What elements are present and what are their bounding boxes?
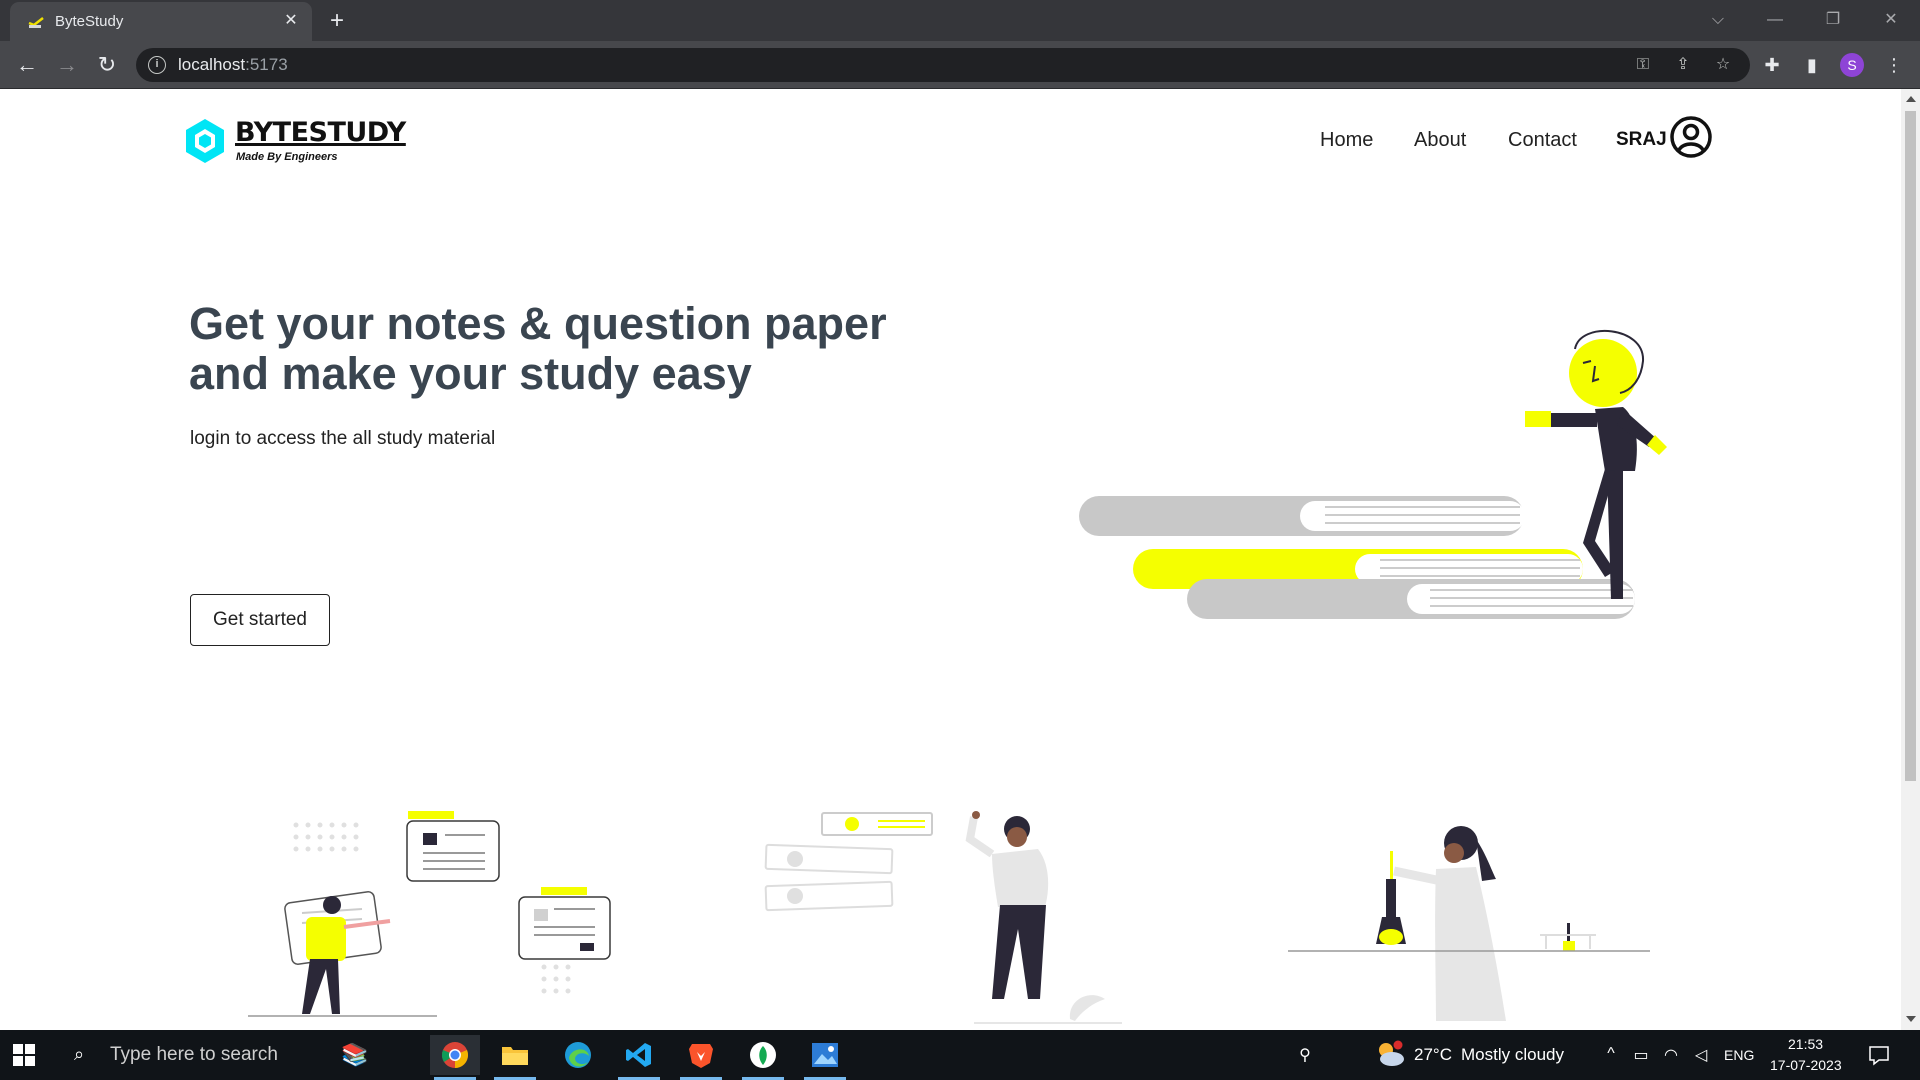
hero-title: Get your notes & question paper and make… [189,298,887,399]
nav-home-link[interactable]: Home [1320,129,1373,152]
clock-time[interactable]: 21:53 [1788,1036,1823,1052]
url-text[interactable]: localhost:5173 [178,55,288,75]
folder-icon [502,1047,528,1065]
notifications-icon[interactable] [1868,1044,1890,1066]
hero-subtitle: login to access the all study material [190,428,496,449]
windows-start-icon[interactable] [12,1043,36,1067]
page-viewport: BYTESTUDY Made By Engineers Home About C… [0,89,1901,1030]
wifi-icon[interactable]: ◠ [1660,1045,1682,1065]
user-account-icon[interactable] [1670,116,1712,158]
browser-tab[interactable]: ByteStudy ✕ [10,2,312,41]
people-search-icon[interactable]: ⚲ [1294,1045,1316,1065]
notes-reader-illustration [248,811,611,1017]
restore-icon[interactable]: ❐ [1818,8,1848,32]
site-info-icon[interactable]: i [148,56,166,74]
back-icon[interactable]: ← [13,51,41,79]
chevron-up-icon[interactable]: ^ [1600,1045,1622,1063]
photos-app-icon[interactable] [800,1035,850,1080]
language-indicator[interactable]: ENG [1724,1047,1754,1063]
brave-lion-icon [689,1044,713,1068]
weather-temperature[interactable]: 27°C [1414,1045,1452,1065]
taskbar-search-placeholder: Type here to search [110,1044,278,1065]
chrome-taskbar-icon[interactable] [430,1035,480,1080]
volume-icon[interactable]: ◁ [1690,1045,1712,1065]
scrollbar-thumb[interactable] [1905,111,1916,781]
chrome-logo-icon [441,1042,468,1068]
browser-toolbar: ← → ↻ i localhost:5173 ⚿ ⇪ ☆ ✚ ▮ S ⋮ [0,41,1920,89]
reload-icon[interactable]: ↻ [93,51,121,79]
new-tab-button[interactable]: + [323,7,351,35]
browser-tab-strip: ByteStudy ✕ + ⌵ — ❐ ✕ [0,0,1920,41]
weather-description[interactable]: Mostly cloudy [1461,1045,1564,1065]
windows-taskbar: ⌕ Type here to search 📚 ⚲ 27°C Mostly cl… [0,1030,1920,1080]
edge-browser-icon[interactable] [553,1035,603,1075]
tab-title: ByteStudy [55,13,124,30]
nav-about-link[interactable]: About [1414,129,1466,152]
leaf-icon [750,1042,776,1068]
scroll-up-icon[interactable] [1906,96,1916,102]
get-started-button[interactable]: Get started [190,594,330,646]
photos-icon [812,1043,838,1067]
edge-logo-icon [565,1042,591,1068]
vscode-icon[interactable] [614,1035,664,1080]
site-logo[interactable]: BYTESTUDY Made By Engineers [185,115,415,167]
page-scrollbar[interactable] [1901,89,1920,1030]
tab-close-icon[interactable]: ✕ [280,10,302,32]
address-bar[interactable]: i localhost:5173 ⚿ ⇪ ☆ [136,48,1750,82]
mongodb-compass-icon[interactable] [738,1035,788,1080]
scroll-down-icon[interactable] [1906,1016,1916,1022]
brave-browser-icon[interactable] [676,1035,726,1080]
hero-books-illustration [1079,329,1667,619]
clock-date[interactable]: 17-07-2023 [1770,1057,1842,1073]
logo-title: BYTESTUDY [235,117,406,148]
science-lab-illustration [1288,826,1650,1021]
browser-menu-icon[interactable]: ⋮ [1882,53,1906,77]
logo-subtitle: Made By Engineers [236,151,338,163]
hexagon-logo-icon [186,119,224,163]
search-highlight-books-icon[interactable]: 📚 [330,1035,380,1075]
nav-contact-link[interactable]: Contact [1508,129,1577,152]
user-name[interactable]: SRAJ [1616,129,1667,151]
share-icon[interactable]: ⇪ [1673,55,1693,75]
side-panel-icon[interactable]: ▮ [1800,53,1824,77]
profile-avatar[interactable]: S [1840,53,1864,77]
minimize-icon[interactable]: — [1760,8,1790,32]
window-close-icon[interactable]: ✕ [1876,8,1906,32]
site-favicon-icon [28,17,44,28]
bookmark-star-icon[interactable]: ☆ [1713,55,1733,75]
vscode-logo-icon [626,1043,651,1067]
password-key-icon[interactable]: ⚿ [1633,55,1653,75]
search-icon: ⌕ [74,1044,85,1064]
weather-cloudy-icon[interactable] [1374,1040,1406,1068]
file-explorer-icon[interactable] [490,1035,540,1080]
search-board-illustration [764,811,1122,1024]
forward-icon[interactable]: → [53,51,81,79]
tab-search-chevron-icon[interactable]: ⌵ [1703,8,1733,32]
extensions-icon[interactable]: ✚ [1760,53,1784,77]
battery-icon[interactable]: ▭ [1630,1045,1652,1065]
